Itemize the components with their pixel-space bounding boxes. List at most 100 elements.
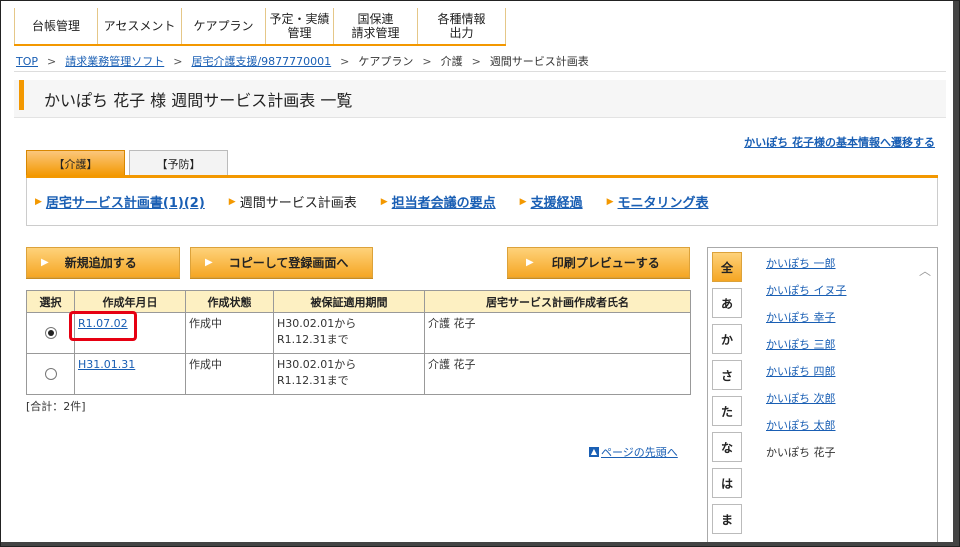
top-nav: 台帳管理 アセスメント ケアプラン 予定・実績 管理 国保連 請求管理 各種情報…	[14, 8, 506, 46]
kana-a-button[interactable]: あ	[712, 288, 742, 318]
kana-index: 全 あ か さ た な は ま	[712, 252, 744, 540]
kana-ta-button[interactable]: た	[712, 396, 742, 426]
kana-sa-button[interactable]: さ	[712, 360, 742, 390]
radio-unselected[interactable]	[44, 368, 57, 380]
page-top-link[interactable]: ▲ ページの先頭へ	[589, 444, 678, 460]
arrow-right-icon: ▶	[519, 196, 527, 207]
select-cell[interactable]	[26, 312, 75, 354]
kana-ka-button[interactable]: か	[712, 324, 742, 354]
new-add-button[interactable]: ▶ 新規追加する	[26, 247, 180, 278]
arrow-right-icon: ▶	[606, 196, 614, 207]
breadcrumb-separator: >	[340, 55, 350, 68]
nav-assessment[interactable]: アセスメント	[98, 8, 182, 44]
col-created-date: 作成年月日	[74, 290, 186, 313]
nav-schedule[interactable]: 予定・実績 管理	[266, 8, 334, 44]
arrow-right-icon: ▶	[35, 196, 42, 207]
client-link[interactable]: かいぽち 四郎	[766, 366, 847, 393]
breadcrumb-separator: >	[471, 55, 481, 68]
nav-billing[interactable]: 国保連 請求管理	[334, 8, 418, 44]
table-row: H31.01.31 作成中 H30.02.01から R1.12.31まで 介護 花…	[26, 353, 691, 395]
subnav-monitoring[interactable]: ▶ モニタリング表	[607, 192, 709, 211]
subnav-support-progress[interactable]: ▶ 支援経過	[520, 192, 583, 211]
breadcrumb-office[interactable]: 居宅介護支援/9877770001	[191, 55, 331, 68]
date-link[interactable]: H31.01.31	[78, 358, 135, 371]
period-to: R1.12.31まで	[277, 374, 349, 387]
copy-register-button[interactable]: ▶ コピーして登録画面へ	[190, 247, 373, 278]
arrow-right-icon: ▶	[380, 196, 388, 207]
period-cell: H30.02.01から R1.12.31まで	[273, 353, 425, 395]
col-select: 選択	[26, 290, 75, 313]
subnav-label[interactable]: 担当者会議の要点	[392, 192, 496, 211]
author-cell: 介護 花子	[424, 353, 691, 395]
client-link[interactable]: かいぽち 幸子	[766, 312, 847, 339]
client-link[interactable]: かいぽち 一郎	[766, 258, 847, 285]
arrow-right-icon: ▶	[41, 257, 49, 268]
client-list-panel: 全 あ か さ た な は ま かいぽち 一郎 かいぽち イヌ子 かいぽち 幸子…	[707, 247, 938, 546]
client-link[interactable]: かいぽち 太郎	[766, 420, 847, 447]
radio-selected[interactable]	[44, 327, 57, 339]
window-shadow	[1, 542, 959, 546]
basic-info-link[interactable]: かいぽち 花子様の基本情報へ遷移する	[744, 134, 935, 150]
tab-yobo[interactable]: 【予防】	[129, 150, 228, 176]
arrow-right-icon: ▶	[526, 257, 534, 268]
breadcrumb-careplan: ケアプラン	[358, 55, 414, 68]
client-link[interactable]: かいぽち イヌ子	[766, 285, 847, 312]
app-frame: 台帳管理 アセスメント ケアプラン 予定・実績 管理 国保連 請求管理 各種情報…	[0, 0, 960, 547]
button-label: 新規追加する	[64, 256, 137, 270]
col-author: 居宅サービス計画作成者氏名	[424, 290, 691, 313]
period-from: H30.02.01から	[277, 358, 357, 371]
subnav-weekly-plan: ▶ 週間サービス計画表	[229, 192, 357, 211]
breadcrumb-top[interactable]: TOP	[16, 55, 38, 68]
title-bar: かいぽち 花子 様 週間サービス計画表 一覧	[14, 80, 946, 118]
kana-all-button[interactable]: 全	[712, 252, 742, 282]
plan-subnav: ▶ 居宅サービス計画書(1)(2) ▶ 週間サービス計画表 ▶ 担当者会議の要点 ▶ 支…	[26, 178, 938, 226]
kana-ma-button[interactable]: ま	[712, 504, 742, 534]
page-top-label: ページの先頭へ	[601, 446, 678, 459]
arrow-right-icon: ▶	[205, 257, 213, 268]
client-link[interactable]: かいぽち 次郎	[766, 393, 847, 420]
status-cell: 作成中	[185, 312, 274, 354]
nav-ledger[interactable]: 台帳管理	[14, 8, 98, 44]
col-period: 被保証適用期間	[273, 290, 425, 313]
breadcrumb-billing-soft[interactable]: 請求業務管理ソフト	[65, 55, 164, 68]
subnav-label[interactable]: 居宅サービス計画書(1)(2)	[46, 192, 205, 211]
select-cell[interactable]	[26, 353, 75, 395]
breadcrumb-kaigo: 介護	[440, 55, 463, 68]
date-cell: H31.01.31	[74, 353, 186, 395]
table-header-row: 選択 作成年月日 作成状態 被保証適用期間 居宅サービス計画作成者氏名	[26, 290, 691, 313]
subnav-label[interactable]: モニタリング表	[618, 192, 709, 211]
period-to: R1.12.31まで	[277, 333, 349, 346]
subnav-kyotaku-plan[interactable]: ▶ 居宅サービス計画書(1)(2)	[35, 192, 205, 211]
window-shadow	[953, 1, 959, 546]
arrow-right-icon: ▶	[228, 196, 236, 207]
subnav-label: 週間サービス計画表	[239, 196, 357, 211]
kana-na-button[interactable]: な	[712, 432, 742, 462]
subnav-meeting-points[interactable]: ▶ 担当者会議の要点	[381, 192, 496, 211]
breadcrumb-divider	[14, 71, 946, 72]
period-cell: H30.02.01から R1.12.31まで	[273, 312, 425, 354]
breadcrumb-separator: >	[47, 55, 57, 68]
breadcrumb-current: 週間サービス計画表	[489, 55, 589, 68]
col-status: 作成状態	[185, 290, 274, 313]
tab-kaigo[interactable]: 【介護】	[26, 150, 125, 176]
arrow-up-icon: ▲	[589, 447, 599, 457]
page-title: かいぽち 花子 様 週間サービス計画表 一覧	[44, 91, 353, 110]
button-label: コピーして登録画面へ	[228, 256, 349, 270]
scroll-up-icon[interactable]: ︿	[919, 262, 931, 279]
nav-careplan[interactable]: ケアプラン	[182, 8, 266, 44]
plan-table: 選択 作成年月日 作成状態 被保証適用期間 居宅サービス計画作成者氏名 R1.0…	[26, 290, 691, 395]
status-cell: 作成中	[185, 353, 274, 395]
author-cell: 介護 花子	[424, 312, 691, 354]
highlight-box	[69, 311, 137, 341]
subnav-label[interactable]: 支援経過	[531, 192, 583, 211]
client-names: かいぽち 一郎 かいぽち イヌ子 かいぽち 幸子 かいぽち 三郎 かいぽち 四郎…	[766, 258, 847, 474]
print-preview-button[interactable]: ▶ 印刷プレビューする	[507, 247, 690, 278]
breadcrumb-separator: >	[173, 55, 183, 68]
period-from: H30.02.01から	[277, 317, 357, 330]
kana-ha-button[interactable]: は	[712, 468, 742, 498]
total-count: [合計：2件]	[26, 400, 86, 413]
nav-info-output[interactable]: 各種情報 出力	[418, 8, 506, 44]
breadcrumb-separator: >	[422, 55, 432, 68]
client-link[interactable]: かいぽち 三郎	[766, 339, 847, 366]
client-current: かいぽち 花子	[766, 446, 836, 459]
